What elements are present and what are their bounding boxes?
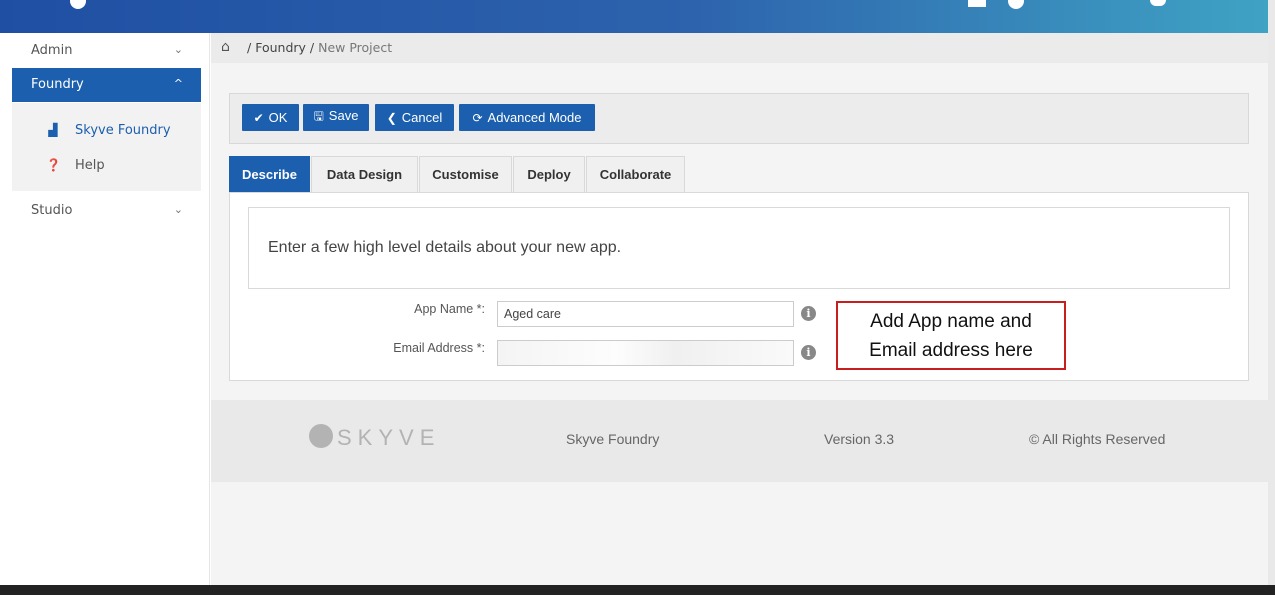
breadcrumb-separator: / [247,40,252,55]
calendar-icon[interactable] [968,0,986,7]
footer-rights: © All Rights Reserved [1029,431,1166,447]
chevron-left-icon: ❮ [386,111,397,125]
sidebar-item-label: Skyve Foundry [75,123,171,138]
breadcrumb-current: New Project [318,40,393,55]
tab-data-design[interactable]: Data Design [311,156,418,192]
factory-icon: ▟ [48,123,58,137]
intro-text: Enter a few high level details about you… [268,239,622,256]
ok-button[interactable]: ✔ OK [242,104,299,131]
sidebar-item-skyve-foundry[interactable]: ▟ Skyve Foundry [12,118,201,144]
question-circle-icon: ❓ [46,158,61,172]
callout-line: Add App name and [870,311,1032,332]
window-shadow [0,585,1275,595]
info-icon[interactable]: i [801,345,816,360]
top-header-bar [0,0,1268,33]
chevron-up-icon: ^ [173,77,183,90]
app-name-input[interactable] [497,301,794,327]
footer-version: Version 3.3 [824,431,895,447]
tab-customise[interactable]: Customise [419,156,512,192]
check-icon: ✔ [253,111,264,125]
footer-product: Skyve Foundry [566,431,660,447]
breadcrumb-foundry[interactable]: Foundry [255,40,306,55]
advanced-mode-button[interactable]: ⟳ Advanced Mode [459,104,595,131]
user-avatar-icon[interactable] [70,0,86,9]
email-address-input[interactable] [497,340,794,366]
sidebar-item-studio[interactable]: Studio ⌄ [12,194,201,228]
callout-line: Email address here [869,340,1033,361]
tab-deploy[interactable]: Deploy [513,156,585,192]
skyve-logo-icon [309,424,333,448]
app-window: Admin ⌄ Foundry ^ ▟ Skyve Foundry ❓ Help… [0,0,1275,595]
tab-describe[interactable]: Describe [229,156,310,192]
skyve-logo: SKYVE [309,424,440,451]
window-shadow [1268,0,1275,595]
chevron-down-icon: ⌄ [173,43,183,56]
edit-panel: ✔ OK 🖫 Save ❮ Cancel ⟳ Advanced Mode Describ… [229,93,1249,381]
sidebar-item-label: Studio [31,203,73,218]
describe-tab-content: Enter a few high level details about you… [229,192,1249,381]
sidebar-item-label: Help [75,158,105,173]
home-icon[interactable]: ⌂ [221,39,230,55]
sidebar-item-label: Admin [31,43,73,58]
app-name-label: App Name *: [414,302,485,316]
foundry-submenu: ▟ Skyve Foundry ❓ Help [12,103,201,191]
sidebar: Admin ⌄ Foundry ^ ▟ Skyve Foundry ❓ Help… [0,33,210,585]
tab-collaborate[interactable]: Collaborate [586,156,685,192]
floppy-disk-icon: 🖫 [313,109,324,123]
sidebar-item-admin[interactable]: Admin ⌄ [12,34,201,68]
sidebar-item-label: Foundry [31,77,84,92]
refresh-icon: ⟳ [472,111,483,125]
help-icon[interactable] [1008,0,1024,9]
save-button[interactable]: 🖫 Save [303,104,369,131]
breadcrumb-separator: / [309,40,315,55]
chevron-down-icon: ⌄ [173,203,183,216]
email-address-label: Email Address *: [393,341,485,355]
annotation-callout: Add App name and Email address here [836,301,1066,370]
main-content: ⌂ / Foundry / New Project ✔ OK 🖫 Save ❮ Can… [211,33,1268,585]
intro-panel: Enter a few high level details about you… [248,207,1230,289]
action-toolbar: ✔ OK 🖫 Save ❮ Cancel ⟳ Advanced Mode [229,93,1249,144]
info-icon[interactable]: i [801,306,816,321]
breadcrumb: ⌂ / Foundry / New Project [211,33,1268,63]
settings-icon[interactable] [1150,0,1166,6]
footer: SKYVE Skyve Foundry Version 3.3 © All Ri… [211,400,1268,482]
cancel-button[interactable]: ❮ Cancel [375,104,454,131]
sidebar-item-help[interactable]: ❓ Help [12,153,201,179]
sidebar-item-foundry[interactable]: Foundry ^ [12,68,201,102]
